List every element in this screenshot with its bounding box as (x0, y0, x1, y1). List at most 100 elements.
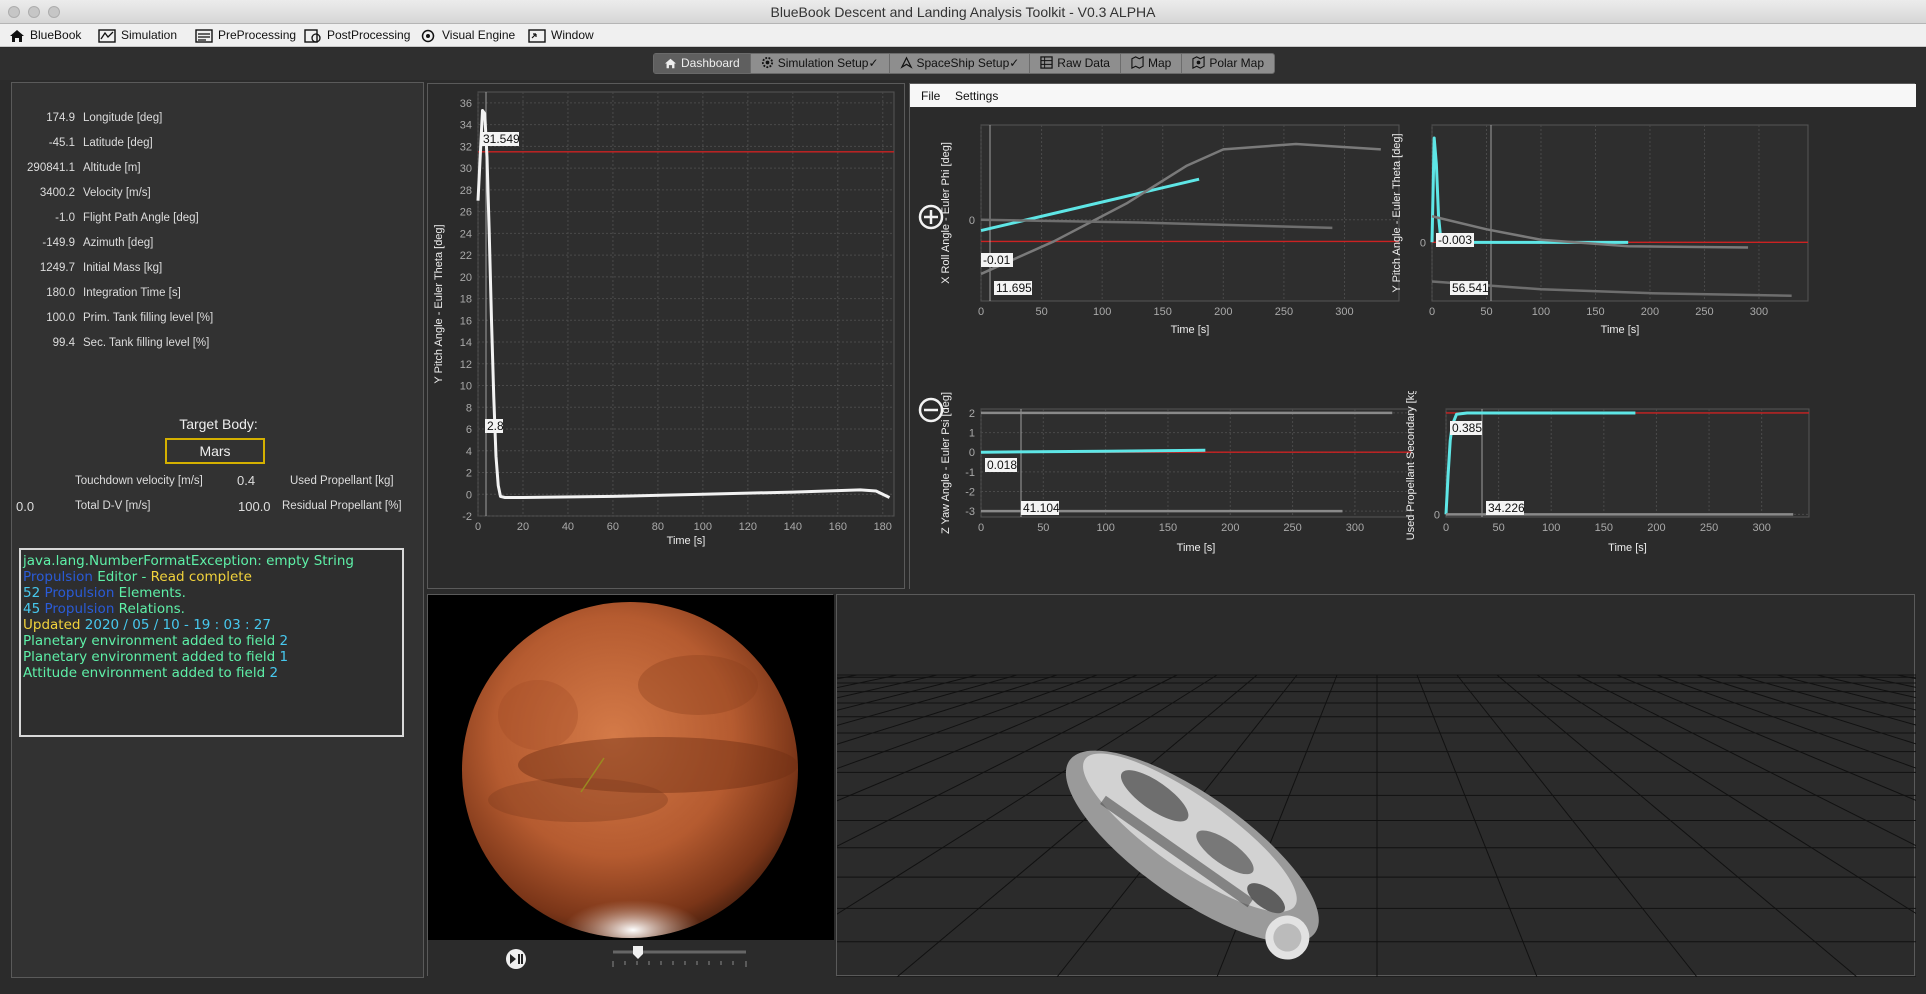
param-value: 99.4 (52, 337, 75, 349)
value-label: 56.541 (1452, 281, 1489, 295)
table-icon (1040, 56, 1053, 69)
total-dv-label: Total D-V [m/s] (75, 500, 151, 512)
home-icon (10, 29, 24, 42)
plot-area (1431, 124, 1809, 302)
y-tick-label: 2 (969, 408, 975, 420)
param-label: Longitude [deg] (83, 112, 163, 124)
y-tick-label: 0 (969, 447, 975, 459)
window-icon (528, 29, 546, 43)
x-tick-label: 50 (1037, 522, 1049, 534)
visual-engine-panel (0, 594, 1926, 978)
map-icon (1131, 56, 1144, 69)
tab-map[interactable]: Map (1121, 54, 1183, 73)
x-tick-label: 100 (694, 521, 712, 533)
postprocessing-icon (304, 29, 321, 43)
y-tick-label: 28 (460, 185, 472, 197)
x-tick-label: 100 (1096, 522, 1114, 534)
used-propellant-value: 0.4 (237, 473, 256, 488)
x-tick-label: 200 (1641, 306, 1659, 318)
param-label: Altitude [m] (83, 162, 141, 174)
param-value: -1.0 (55, 212, 75, 224)
console-log[interactable]: java.lang.NumberFormatException: empty S… (19, 548, 404, 737)
roll-angle-chart[interactable]: 0 0 50 100 150 200 250 300 -0.01 11.695 Time [s] X … (937, 107, 1403, 383)
x-tick-label: 300 (1346, 522, 1364, 534)
y-tick-label: 4 (466, 446, 472, 458)
x-tick-label: 140 (784, 521, 802, 533)
menu-preprocessing[interactable]: PreProcessing (195, 24, 296, 47)
menu-label: PostProcessing (327, 28, 411, 42)
menu-visual-engine[interactable]: Visual Engine (419, 24, 515, 47)
y-tick-label: 1 (969, 428, 975, 440)
planet-view[interactable] (428, 595, 834, 977)
value-label: 31.549 (483, 132, 520, 146)
x-tick-label: 160 (829, 521, 847, 533)
menu-bluebook[interactable]: BlueBook (9, 24, 81, 47)
tab-raw-data[interactable]: Raw Data (1030, 54, 1121, 73)
x-axis-label: Time [s] (667, 535, 706, 547)
zoom-window-button[interactable] (48, 6, 60, 18)
x-axis-label: Time [s] (1608, 542, 1647, 554)
pitch-angle-chart[interactable]: -20246810121416182022242628303234360 20 40… (428, 84, 906, 590)
chart-menu-settings[interactable]: Settings (955, 89, 998, 103)
x-tick-label: 100 (1093, 306, 1111, 318)
y-tick-label: 0 (466, 489, 472, 501)
param-label: Azimuth [deg] (83, 237, 154, 249)
x-tick-label: 150 (1159, 522, 1177, 534)
grid-line (0, 674, 978, 922)
touchdown-velocity-label: Touchdown velocity [m/s] (75, 475, 203, 487)
tab-label: Polar Map (1209, 56, 1265, 70)
x-tick-label: 80 (652, 521, 664, 533)
console-text: 1 (279, 649, 289, 665)
y-axis-label: Y Pitch Angle - Euler Theta [deg] (1391, 133, 1403, 292)
menu-postprocessing[interactable]: PostProcessing (304, 24, 410, 47)
parameter-panel: 174.9 Longitude [deg] -45.1 Latitude [deg]… (11, 82, 424, 978)
minimize-window-button[interactable] (28, 6, 40, 18)
visual-engine-icon (421, 29, 435, 43)
console-text: java.lang.NumberFormatException: empty S… (23, 553, 354, 569)
grid-line (1576, 674, 1926, 852)
y-tick-label: -1 (965, 467, 975, 479)
grid-line (1496, 674, 1858, 978)
y-tick-label: 34 (460, 120, 472, 132)
value-label: 0.385 (1452, 421, 1482, 435)
console-text: Updated (23, 617, 81, 633)
console-line: 45 Propulsion Relations. (23, 601, 402, 617)
menu-window[interactable]: Window (528, 24, 594, 47)
console-line: Attitude environment added to field 2 (23, 665, 402, 681)
chart-menu-file[interactable]: File (921, 89, 940, 103)
menu-label: Visual Engine (442, 28, 516, 42)
tab-polar-map[interactable]: Polar Map (1182, 54, 1274, 73)
tab-dashboard[interactable]: Dashboard (654, 54, 751, 73)
console-text: Editor - (92, 569, 151, 585)
tab-bar: Dashboard Simulation Setup✓ SpaceShip Se… (653, 53, 1276, 74)
chart-menu-bar: File Settings (910, 84, 1916, 107)
console-line: Planetary environment added to field 1 (23, 649, 402, 665)
grid-line (1456, 674, 1698, 978)
console-line: Planetary environment added to field 2 (23, 633, 402, 649)
param-label: Integration Time [s] (83, 287, 181, 299)
param-label: Latitude [deg] (83, 137, 153, 149)
x-tick-label: 40 (562, 521, 574, 533)
console-text: Elements. (114, 585, 186, 601)
x-tick-label: 100 (1542, 522, 1560, 534)
param-label: Velocity [m/s] (83, 187, 151, 199)
param-label: Prim. Tank filling level [%] (83, 312, 214, 324)
close-window-button[interactable] (8, 6, 20, 18)
param-value: 180.0 (46, 287, 75, 299)
tab-simulation-setup[interactable]: Simulation Setup✓ (751, 54, 890, 73)
grid-line (1856, 674, 1926, 690)
tab-label: SpaceShip Setup✓ (916, 56, 1020, 70)
pitch-angle-small-chart[interactable]: 0 0 50 100 150 200 250 300 -0.003 56.541 Time [s] Y… (1388, 107, 1813, 383)
play-pause-icon[interactable] (506, 949, 526, 969)
x-tick-label: 300 (1750, 306, 1768, 318)
target-body-field[interactable]: Mars (165, 438, 265, 464)
param-label: Flight Path Angle [deg] (83, 212, 199, 224)
menu-label: Window (551, 28, 594, 42)
tab-spaceship-setup[interactable]: SpaceShip Setup✓ (890, 54, 1031, 73)
used-propellant-chart[interactable]: 00 50 100 150 200 250 300 0.385 34.226 Time [s] Us… (1402, 391, 1813, 590)
y-axis-label: X Roll Angle - Euler Phi [deg] (940, 142, 952, 284)
grid-line (1776, 674, 1926, 714)
visual-engine-scene[interactable] (0, 595, 1926, 978)
yaw-angle-chart[interactable]: -3 -2 -1 0 1 2 0 50 100 150 200 250 300 0.018 41.104 Ti… (937, 391, 1415, 590)
menu-simulation[interactable]: Simulation (98, 24, 177, 47)
